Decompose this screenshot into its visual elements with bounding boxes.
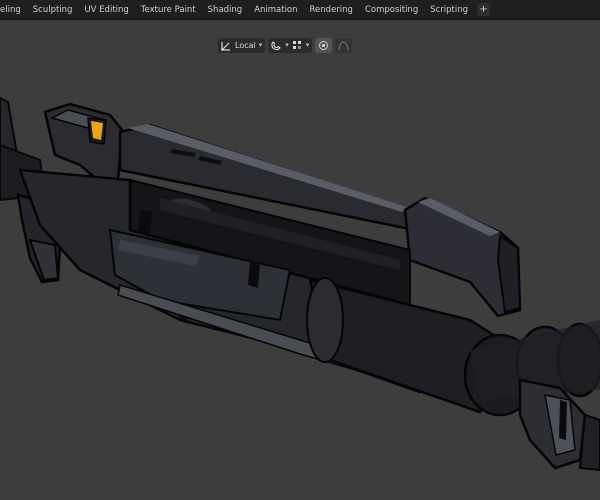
tab-animation[interactable]: Animation: [248, 1, 303, 19]
add-workspace-button[interactable]: +: [477, 3, 491, 16]
tab-shading[interactable]: Shading: [202, 1, 249, 19]
tab-texture-paint[interactable]: Texture Paint: [135, 1, 202, 19]
tab-sculpting[interactable]: Sculpting: [27, 1, 79, 19]
tab-scripting[interactable]: Scripting: [424, 1, 474, 19]
tab-modeling[interactable]: eling: [0, 1, 27, 19]
tab-rendering[interactable]: Rendering: [304, 1, 359, 19]
tab-uv-editing[interactable]: UV Editing: [78, 1, 134, 19]
rifle-model[interactable]: [0, 20, 600, 500]
tab-compositing[interactable]: Compositing: [359, 1, 424, 19]
workspace-tab-bar: eling Sculpting UV Editing Texture Paint…: [0, 0, 600, 20]
